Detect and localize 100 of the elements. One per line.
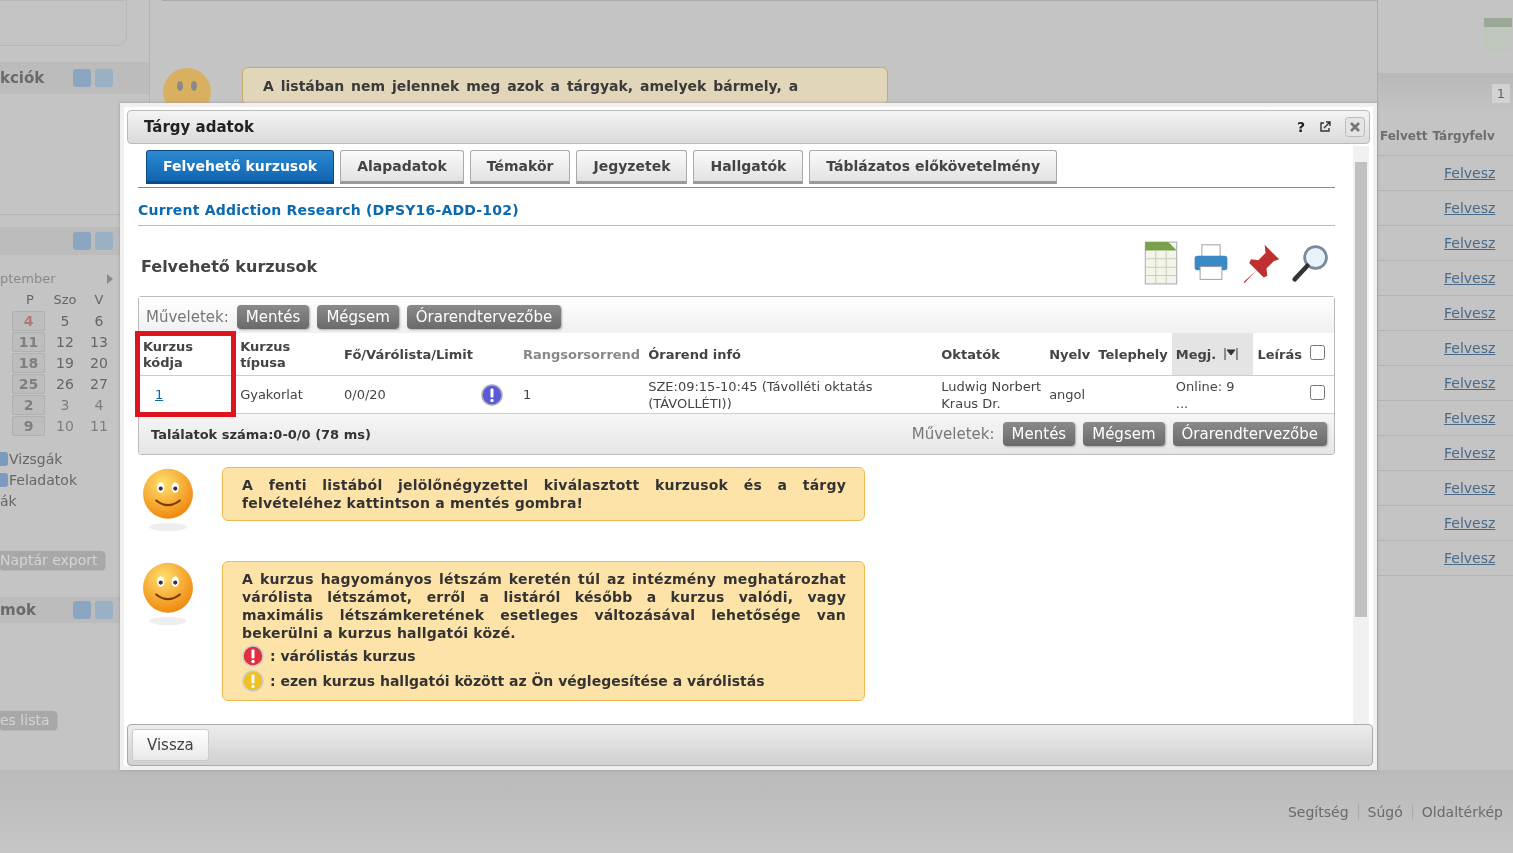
footer-link[interactable]: Segítség (1288, 803, 1349, 820)
tab[interactable]: Témakör (469, 150, 571, 184)
tab[interactable]: Hallgatók (693, 150, 804, 184)
calendar-day[interactable]: 27 (82, 374, 116, 394)
smiley-icon (142, 561, 194, 627)
actions-label: Műveletek: (146, 308, 229, 326)
course-code-link[interactable]: 1 (155, 387, 164, 402)
panel-title: mok (0, 601, 36, 619)
calendar-day[interactable]: 5 (48, 311, 82, 331)
table-cell: angol (1049, 387, 1086, 402)
calendar-day[interactable]: 4 (82, 395, 116, 415)
checkbox[interactable] (0, 472, 8, 487)
table-cell: Gyakorlat (240, 387, 303, 402)
info-text: A listában nem jelennek meg azok a tárgyak, amelyek bármely, a (263, 78, 799, 94)
tab[interactable]: Jegyzetek (576, 150, 688, 184)
calendar-day[interactable]: 2 (12, 395, 45, 415)
action-button[interactable]: Mentés (236, 305, 310, 329)
column-header[interactable]: Kurzus típusa (240, 339, 337, 371)
action-button[interactable]: Mentés (1002, 422, 1076, 446)
calendar-day[interactable]: 20 (82, 353, 116, 373)
column-header: Felvett (1380, 129, 1428, 143)
column-header[interactable]: Oktatók (941, 347, 1000, 363)
result-count: Találatok száma:0-0/0 (78 ms) (151, 426, 371, 442)
table-cell: Online: 9 ... (1175, 379, 1235, 411)
filter-icon[interactable] (1223, 347, 1238, 361)
tab[interactable]: Alapadatok (340, 150, 464, 184)
column-header[interactable]: Rangsorsorrend (522, 347, 641, 363)
enroll-link[interactable]: Felvesz (1444, 410, 1496, 426)
weekday-label: P (25, 291, 35, 309)
calendar-day[interactable]: 18 (12, 353, 45, 373)
teacher-name: Ludwig Norbert (941, 377, 1042, 395)
weekday-label: V (93, 291, 105, 309)
calendar-day[interactable]: 13 (82, 332, 116, 352)
page-number[interactable]: 1 (1491, 83, 1510, 103)
calendar-day[interactable]: 6 (82, 311, 116, 331)
enroll-link[interactable]: Felvesz (1444, 305, 1496, 321)
panel-title: kciók (0, 69, 45, 87)
calendar-day[interactable]: 26 (48, 374, 82, 394)
next-month-icon[interactable] (107, 273, 113, 284)
filter-label: ák (0, 492, 17, 509)
spreadsheet-icon[interactable] (1483, 17, 1513, 53)
column-header: Tárgyfelv (1432, 129, 1495, 143)
enroll-link[interactable]: Felvesz (1444, 445, 1496, 461)
calendar-day[interactable]: 9 (12, 416, 45, 436)
weekday-label: Szo (52, 291, 78, 309)
table-cell: SZE:09:15-10:45 (Távolléti oktatás (TÁVOLLÉTI)) (648, 378, 873, 411)
subject-link[interactable]: Current Addiction Research (DPSY16-ADD-102) (138, 202, 519, 218)
calendar-month: ptember (0, 271, 56, 286)
enroll-link[interactable]: Felvesz (1444, 340, 1496, 356)
table-cell: 0/0/20 (344, 387, 386, 402)
enroll-link[interactable]: Felvesz (1444, 200, 1496, 216)
enroll-link[interactable]: Felvesz (1444, 270, 1496, 286)
filter-label: Vizsgák (9, 450, 63, 467)
scrollbar[interactable] (1353, 146, 1369, 724)
legend-text: : várólistás kurzus (270, 648, 416, 664)
help-button[interactable]: ? (1296, 119, 1305, 135)
select-all-checkbox[interactable] (1310, 344, 1325, 360)
calendar-day[interactable]: 11 (12, 332, 45, 352)
column-header[interactable]: Nyelv (1049, 347, 1091, 363)
calendar-day[interactable]: 11 (82, 416, 116, 436)
row-checkbox[interactable] (1310, 385, 1325, 400)
tab[interactable]: Táblázatos előkövetelmény (809, 150, 1058, 184)
column-header[interactable]: Órarend infó (648, 347, 742, 363)
column-header[interactable]: Kurzus kódja (143, 339, 233, 371)
teacher-name: Kraus Dr. (941, 394, 1002, 412)
column-header[interactable]: Leírás (1257, 347, 1302, 363)
action-button[interactable]: Mégsem (1083, 422, 1165, 446)
enroll-link[interactable]: Felvesz (1444, 550, 1496, 566)
enroll-link[interactable]: Felvesz (1444, 515, 1496, 531)
section-title: Felvehető kurzusok (141, 256, 318, 276)
tab[interactable]: Felvehető kurzusok (146, 150, 335, 184)
dialog-title: Tárgy adatok (144, 118, 254, 136)
popout-icon[interactable] (1319, 121, 1331, 133)
footer-link[interactable]: Súgó (1367, 803, 1403, 820)
close-button[interactable] (1345, 117, 1365, 137)
calendar-day[interactable]: 12 (48, 332, 82, 352)
column-header[interactable]: Telephely (1098, 347, 1168, 363)
calendar-day[interactable]: 19 (48, 353, 82, 373)
column-header[interactable]: Fő/Várólista/Limit (344, 347, 473, 363)
enroll-link[interactable]: Felvesz (1444, 235, 1496, 251)
table-cell: 1 (522, 387, 532, 402)
smiley-icon (142, 467, 194, 533)
calendar-day[interactable]: 25 (12, 374, 45, 394)
column-header[interactable]: Megj. (1175, 347, 1217, 363)
action-button[interactable]: Órarendtervezőbe (406, 305, 562, 329)
filter-label: Feladatok (9, 471, 77, 488)
action-button[interactable]: Órarendtervezőbe (1172, 422, 1327, 446)
legend-text: : ezen kurzus hallgatói között az Ön véglegesítése a várólistás (270, 673, 765, 689)
enroll-link[interactable]: Felvesz (1444, 165, 1496, 181)
back-button[interactable]: Vissza (132, 729, 209, 761)
calendar-day[interactable]: 10 (48, 416, 82, 436)
footer-link[interactable]: Oldaltérkép (1421, 803, 1503, 820)
calendar-day[interactable]: 3 (48, 395, 82, 415)
actions-label: Műveletek: (911, 425, 995, 443)
hint-text: A fenti listából jelölőnégyzettel kiválasztott kurzusok és a tárgy felvételéhez kattintson a mentés gombra! (242, 476, 846, 512)
enroll-link[interactable]: Felvesz (1444, 480, 1496, 496)
checkbox[interactable] (0, 451, 8, 466)
enroll-link[interactable]: Felvesz (1444, 375, 1496, 391)
action-button[interactable]: Mégsem (317, 305, 399, 329)
calendar-day[interactable]: 4 (12, 311, 45, 331)
